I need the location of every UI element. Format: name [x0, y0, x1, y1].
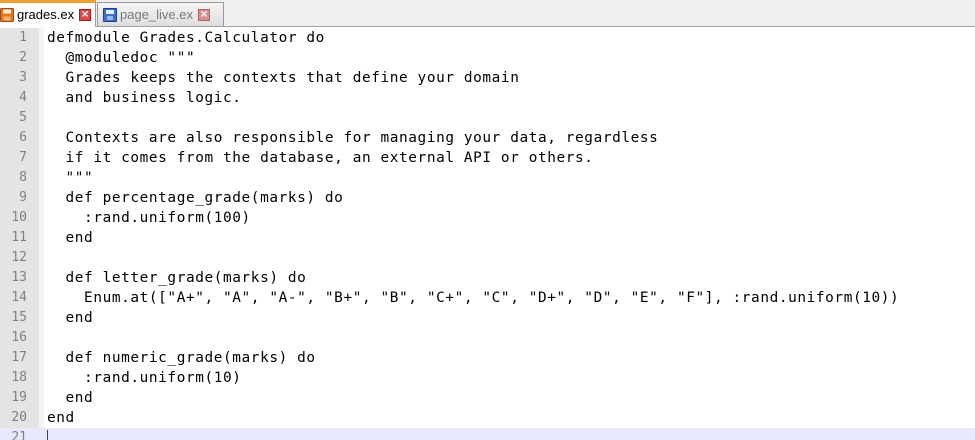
line-number: 7 — [19, 150, 27, 165]
code-line[interactable]: 13 def letter_grade(marks) do — [0, 268, 975, 288]
line-number: 1 — [19, 30, 27, 45]
code-text: and business logic. — [47, 90, 242, 106]
close-icon[interactable]: × — [79, 9, 92, 21]
line-number: 5 — [19, 110, 27, 125]
tab-label: grades.ex — [17, 7, 75, 22]
line-number: 15 — [11, 310, 27, 325]
code-line[interactable]: 8 """ — [0, 168, 975, 188]
code-text: @moduledoc """ — [47, 50, 196, 66]
code-text: Grades keeps the contexts that define yo… — [47, 70, 520, 86]
code-text: :rand.uniform(100) — [47, 210, 251, 226]
code-line[interactable]: 15 end — [0, 308, 975, 328]
code-line[interactable]: 3 Grades keeps the contexts that define … — [0, 68, 975, 88]
code-text: if it comes from the database, an extern… — [47, 150, 594, 166]
code-line[interactable]: 6 Contexts are also responsible for mana… — [0, 128, 975, 148]
code-line[interactable]: 4 and business logic. — [0, 88, 975, 108]
tab-page-live-ex[interactable]: page_live.ex × — [97, 2, 224, 26]
code-text: def letter_grade(marks) do — [47, 270, 307, 286]
code-line[interactable]: 9 def percentage_grade(marks) do — [0, 188, 975, 208]
code-text: end — [47, 390, 94, 406]
line-number: 9 — [19, 190, 27, 205]
code-text: end — [47, 310, 94, 326]
code-line[interactable]: 19 end — [0, 388, 975, 408]
code-text: def numeric_grade(marks) do — [47, 350, 316, 366]
line-number: 12 — [11, 250, 27, 265]
line-number: 18 — [11, 370, 27, 385]
line-number: 14 — [11, 290, 27, 305]
code-lines: 1 defmodule Grades.Calculator do 2 @module… — [0, 28, 975, 440]
line-number: 20 — [11, 410, 27, 425]
code-text: """ — [47, 170, 94, 186]
disk-orange-icon — [0, 8, 14, 22]
disk-blue-icon — [103, 7, 117, 22]
line-number: 2 — [19, 50, 27, 65]
line-number: 4 — [19, 90, 27, 105]
line-number: 6 — [19, 130, 27, 145]
code-line[interactable]: 10 :rand.uniform(100) — [0, 208, 975, 228]
code-line[interactable]: 1 defmodule Grades.Calculator do — [0, 28, 975, 48]
code-line[interactable]: 12 — [0, 248, 975, 268]
code-line[interactable]: 18 :rand.uniform(10) — [0, 368, 975, 388]
line-number: 11 — [11, 230, 27, 245]
tab-grades-ex[interactable]: grades.ex × — [0, 0, 96, 27]
line-number: 19 — [11, 390, 27, 405]
code-text: end — [47, 410, 75, 426]
code-line[interactable]: 7 if it comes from the database, an exte… — [0, 148, 975, 168]
code-line[interactable]: 17 def numeric_grade(marks) do — [0, 348, 975, 368]
code-text: def percentage_grade(marks) do — [47, 190, 344, 206]
editor-window: grades.ex × page_live.ex × 1 defmodule Gr… — [0, 0, 975, 440]
code-line[interactable]: 14 Enum.at(["A+", "A", "A-", "B+", "B", … — [0, 288, 975, 308]
line-number: 13 — [11, 270, 27, 285]
line-number: 10 — [11, 210, 27, 225]
code-line[interactable]: 20 end — [0, 408, 975, 428]
close-icon[interactable]: × — [198, 8, 210, 21]
code-text: defmodule Grades.Calculator do — [47, 30, 325, 46]
text-caret — [47, 430, 48, 440]
code-line[interactable]: 11 end — [0, 228, 975, 248]
code-line[interactable]: 5 — [0, 108, 975, 128]
line-number: 17 — [11, 350, 27, 365]
line-number: 16 — [11, 330, 27, 345]
code-editor[interactable]: 1 defmodule Grades.Calculator do 2 @module… — [0, 28, 975, 440]
code-text: end — [47, 230, 94, 246]
line-number: 8 — [19, 170, 27, 185]
tab-bar: grades.ex × page_live.ex × — [0, 0, 975, 27]
code-line[interactable]: 16 — [0, 328, 975, 348]
code-line[interactable]: 2 @moduledoc """ — [0, 48, 975, 68]
line-number: 21 — [11, 430, 27, 440]
code-text: Enum.at(["A+", "A", "A-", "B+", "B", "C+… — [47, 290, 900, 306]
code-line[interactable]: 21 — [0, 428, 975, 440]
code-text: :rand.uniform(10) — [47, 370, 242, 386]
tab-label: page_live.ex — [120, 6, 193, 22]
line-number: 3 — [19, 70, 27, 85]
code-text: Contexts are also responsible for managi… — [47, 130, 659, 146]
